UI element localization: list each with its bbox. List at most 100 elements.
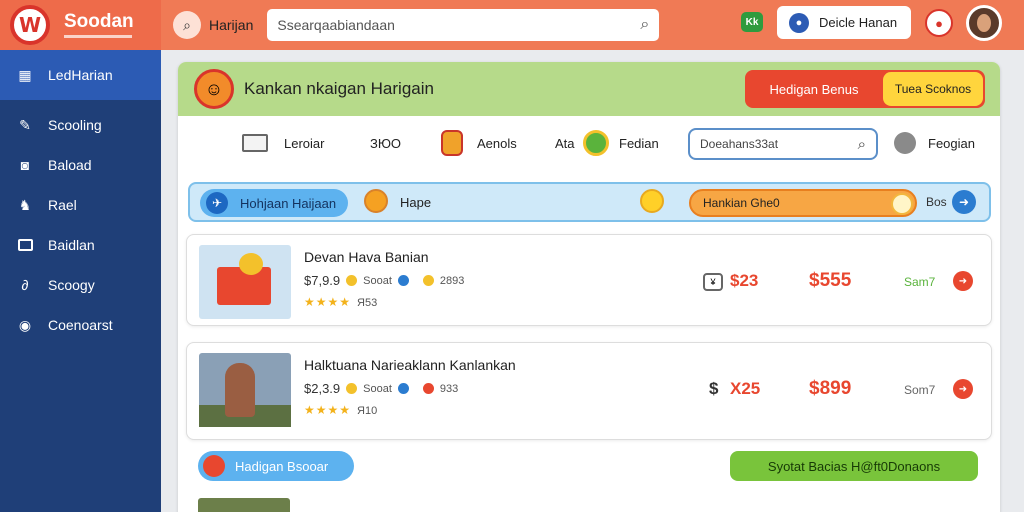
filter-feogian[interactable]: Feogian (894, 132, 975, 154)
arrow-right-icon[interactable]: ➜ (952, 190, 976, 214)
item-title: Halktuana Narieaklann Kanlankan (304, 357, 516, 373)
filter-label: ЗЮО (370, 136, 401, 151)
grid-icon: ▦ (18, 66, 32, 83)
filter-row: Leroiar ЗЮО Aenols Ata Fedian Doeahans33… (178, 116, 1000, 172)
sidebar-item-label: Coenoarst (48, 317, 113, 333)
search-input-text: Ssearqaabiandaan (277, 17, 395, 33)
coin-icon (346, 383, 358, 394)
orange-pill-label: Hankian Ghe0 (703, 196, 780, 210)
mascot-icon: ☺ (194, 69, 234, 109)
product-image (199, 353, 291, 427)
bottom-actions: Hadigan Bsooar Syotat Bacias H@ft0Donaon… (178, 448, 1000, 484)
item-sub: Sooat (363, 274, 392, 287)
product-image (199, 245, 291, 319)
list-item[interactable]: Devan Hava Banian $7,9.9 Sooat 2893 ★★★★… (186, 234, 992, 326)
chevron-right-icon[interactable]: ➜ (953, 271, 973, 291)
orange-pill-input[interactable]: Hankian Ghe0 (689, 189, 917, 217)
item-meta: $7,9.9 Sooat 2893 (304, 273, 464, 288)
search-input[interactable]: Ssearqaabiandaan ⌕ (267, 9, 660, 41)
stars-glyphs: ★★★★ (304, 403, 352, 417)
chess-icon: ♞ (18, 196, 32, 213)
chevron-right-icon[interactable]: ➜ (953, 379, 973, 399)
record-icon (203, 455, 225, 477)
item-price: $7,9.9 (304, 273, 341, 288)
sidebar-item-scoogy[interactable]: ∂ Scoogy (0, 265, 161, 305)
search-icon[interactable]: ⌕ (640, 16, 649, 34)
topbar-title: Harijan (209, 17, 254, 33)
filter-label: Feogian (928, 135, 975, 151)
stars-glyphs: ★★★★ (304, 295, 352, 309)
notification-icon[interactable]: ● (925, 9, 953, 37)
panel-search-input[interactable]: Doeahans33at ⌕ (688, 128, 878, 160)
coin-icon (422, 275, 434, 286)
header-yellow-button[interactable]: Tuea Scoknos (883, 72, 983, 106)
user-menu-button[interactable]: ● Deicle Hanan (777, 6, 911, 39)
sidebar-item-baload[interactable]: ◙ Baload (0, 145, 161, 185)
sidebar-item-label: Rael (48, 197, 77, 213)
sun-icon[interactable] (640, 189, 664, 213)
rating-stars: ★★★★ Я10 (304, 403, 377, 417)
item-price-large: $555 (809, 270, 852, 291)
coin-icon (346, 275, 358, 286)
filter-label: Aenols (477, 135, 517, 151)
toggle-knob-icon (891, 193, 913, 215)
list-item[interactable]: Halktuana Narieaklann Kanlankan $2,3.9 S… (186, 342, 992, 440)
rating-stars: ★★★★ Я53 (304, 295, 377, 309)
sidebar-item-scooling[interactable]: ✎ Scooling (0, 105, 161, 145)
item-price-large: $899 (809, 378, 852, 399)
sidebar-item-label: Baload (48, 157, 92, 173)
item-status: Som7 (904, 383, 936, 397)
sidebar-item-coenoarst[interactable]: ◉ Coenoarst (0, 305, 161, 345)
page-title: Kankan nkaigan Harigain (244, 79, 434, 98)
bubble-icon: ◉ (18, 316, 32, 333)
filter-fedian[interactable]: Fedian (619, 136, 659, 151)
filter-label: Leroiar (284, 135, 325, 151)
sidebar-item-rael[interactable]: ♞ Rael (0, 185, 161, 225)
wrench-icon: ✎ (19, 116, 31, 133)
currency-icon: ¥ (703, 273, 723, 291)
brand-underline (64, 35, 132, 38)
item-rating-value: 933 (439, 382, 459, 395)
item-status: Sam7 (904, 275, 936, 289)
bottom-right-button[interactable]: Syotat Bacias H@ft0Donaons (730, 451, 978, 481)
plane-icon: ✈ (206, 192, 228, 214)
info-icon (397, 383, 409, 394)
user-label: Deicle Hanan (819, 15, 898, 30)
jar-icon (441, 130, 463, 156)
filter-leroiar[interactable]: Leroiar (242, 134, 324, 152)
link-icon: ∂ (21, 277, 29, 293)
user-icon: ● (789, 12, 809, 33)
face-icon (364, 189, 388, 213)
panel-search-text: Doeahans33at (700, 137, 779, 151)
sidebar-item-ledharian[interactable]: ▦ LedHarian (0, 50, 161, 100)
item-title: Devan Hava Banian (304, 249, 429, 265)
sidebar-item-baidlan[interactable]: Baidlan (0, 225, 161, 265)
item-price-small: X25 (730, 379, 761, 398)
brand-header: W Soodan (0, 0, 161, 50)
hope-label[interactable]: Hape (400, 195, 431, 210)
filter-label: Fedian (619, 136, 659, 151)
red-dot-icon (422, 383, 434, 394)
rating-count: Я10 (357, 405, 378, 417)
bottom-left-label: Hadigan Bsooar (235, 458, 329, 474)
filter-zio[interactable]: ЗЮО (370, 136, 401, 151)
info-icon (397, 275, 409, 286)
filter-aenols[interactable]: Aenols (441, 130, 517, 156)
item-rating-value: 2893 (439, 274, 465, 287)
item-price: $2,3.9 (304, 381, 341, 396)
search-icon[interactable]: ⌕ (858, 136, 866, 153)
search-icon[interactable]: ⌕ (173, 11, 201, 39)
currency-icon: $ (709, 379, 719, 398)
chat-icon: ◙ (20, 157, 30, 173)
app-logo-icon[interactable]: W (10, 5, 50, 45)
monitor-icon (16, 236, 34, 254)
blue-pill-button[interactable]: ✈ Hohjaan Haijaan (200, 189, 348, 217)
bottom-left-button[interactable]: Hadigan Bsooar (198, 451, 354, 481)
app-badge-icon[interactable]: Kk (741, 12, 763, 32)
blue-pill-label: Hohjaan Haijaan (240, 195, 337, 211)
panel-header: ☺ Kankan nkaigan Harigain Hedigan Benus … (178, 62, 1000, 116)
brand-name: Soodan (64, 11, 134, 32)
filter-ata[interactable]: Ata (555, 130, 609, 156)
header-red-button[interactable]: Hedigan Benus (745, 82, 883, 97)
avatar[interactable] (966, 5, 1002, 41)
